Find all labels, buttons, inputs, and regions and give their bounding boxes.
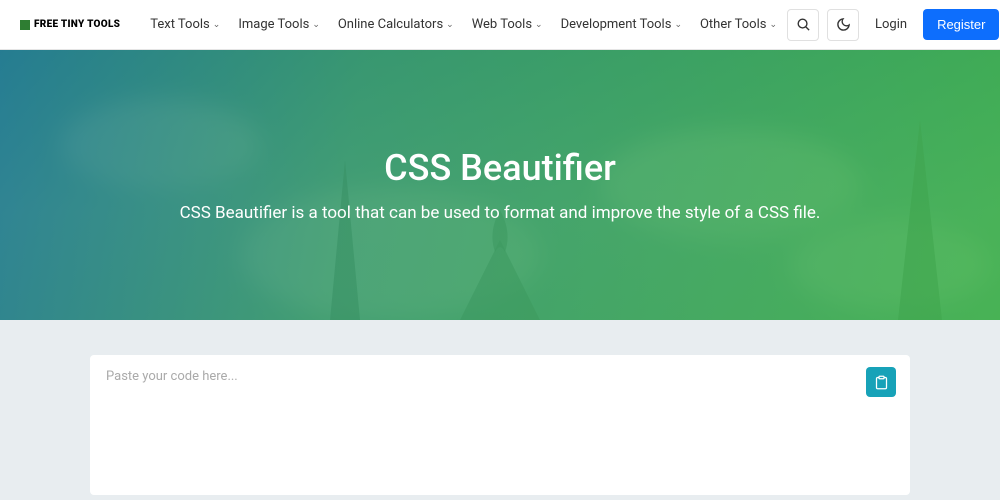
hero-section: CSS Beautifier CSS Beautifier is a tool … [0, 50, 1000, 320]
chevron-down-icon: ⌄ [535, 20, 543, 30]
chevron-down-icon: ⌄ [312, 20, 320, 30]
login-link[interactable]: Login [867, 17, 915, 32]
chevron-down-icon: ⌄ [674, 20, 682, 30]
paste-button[interactable] [866, 367, 896, 397]
nav-online-calculators[interactable]: Online Calculators ⌄ [338, 17, 454, 32]
chevron-down-icon: ⌄ [446, 20, 454, 30]
brand-name: FREE TINY TOOLS [34, 19, 120, 30]
page-subtitle: CSS Beautifier is a tool that can be use… [180, 203, 821, 223]
logo-mark-icon [20, 20, 30, 30]
nav-development-tools[interactable]: Development Tools ⌄ [561, 17, 682, 32]
navbar: FREE TINY TOOLS Text Tools ⌄ Image Tools… [0, 0, 1000, 50]
nav-label: Web Tools [472, 17, 532, 32]
clipboard-icon [874, 375, 889, 390]
code-editor-card [90, 355, 910, 495]
nav-image-tools[interactable]: Image Tools ⌄ [238, 17, 320, 32]
code-input[interactable] [106, 369, 894, 481]
moon-icon [836, 17, 851, 32]
nav-label: Development Tools [561, 17, 672, 32]
nav-web-tools[interactable]: Web Tools ⌄ [472, 17, 543, 32]
chevron-down-icon: ⌄ [769, 20, 777, 30]
nav-label: Online Calculators [338, 17, 443, 32]
hero-content: CSS Beautifier CSS Beautifier is a tool … [180, 147, 821, 223]
nav-label: Text Tools [150, 17, 210, 32]
nav-text-tools[interactable]: Text Tools ⌄ [150, 17, 220, 32]
chevron-down-icon: ⌄ [213, 20, 221, 30]
search-button[interactable] [787, 9, 819, 41]
search-icon [796, 17, 811, 32]
nav-items: Text Tools ⌄ Image Tools ⌄ Online Calcul… [150, 17, 777, 32]
nav-label: Image Tools [238, 17, 309, 32]
page-title: CSS Beautifier [180, 147, 821, 189]
brand-logo[interactable]: FREE TINY TOOLS [20, 19, 120, 30]
theme-toggle-button[interactable] [827, 9, 859, 41]
register-button[interactable]: Register [923, 9, 999, 40]
content-section [0, 320, 1000, 500]
nav-other-tools[interactable]: Other Tools ⌄ [700, 17, 777, 32]
nav-label: Other Tools [700, 17, 766, 32]
nav-right: Login Register [787, 9, 999, 41]
